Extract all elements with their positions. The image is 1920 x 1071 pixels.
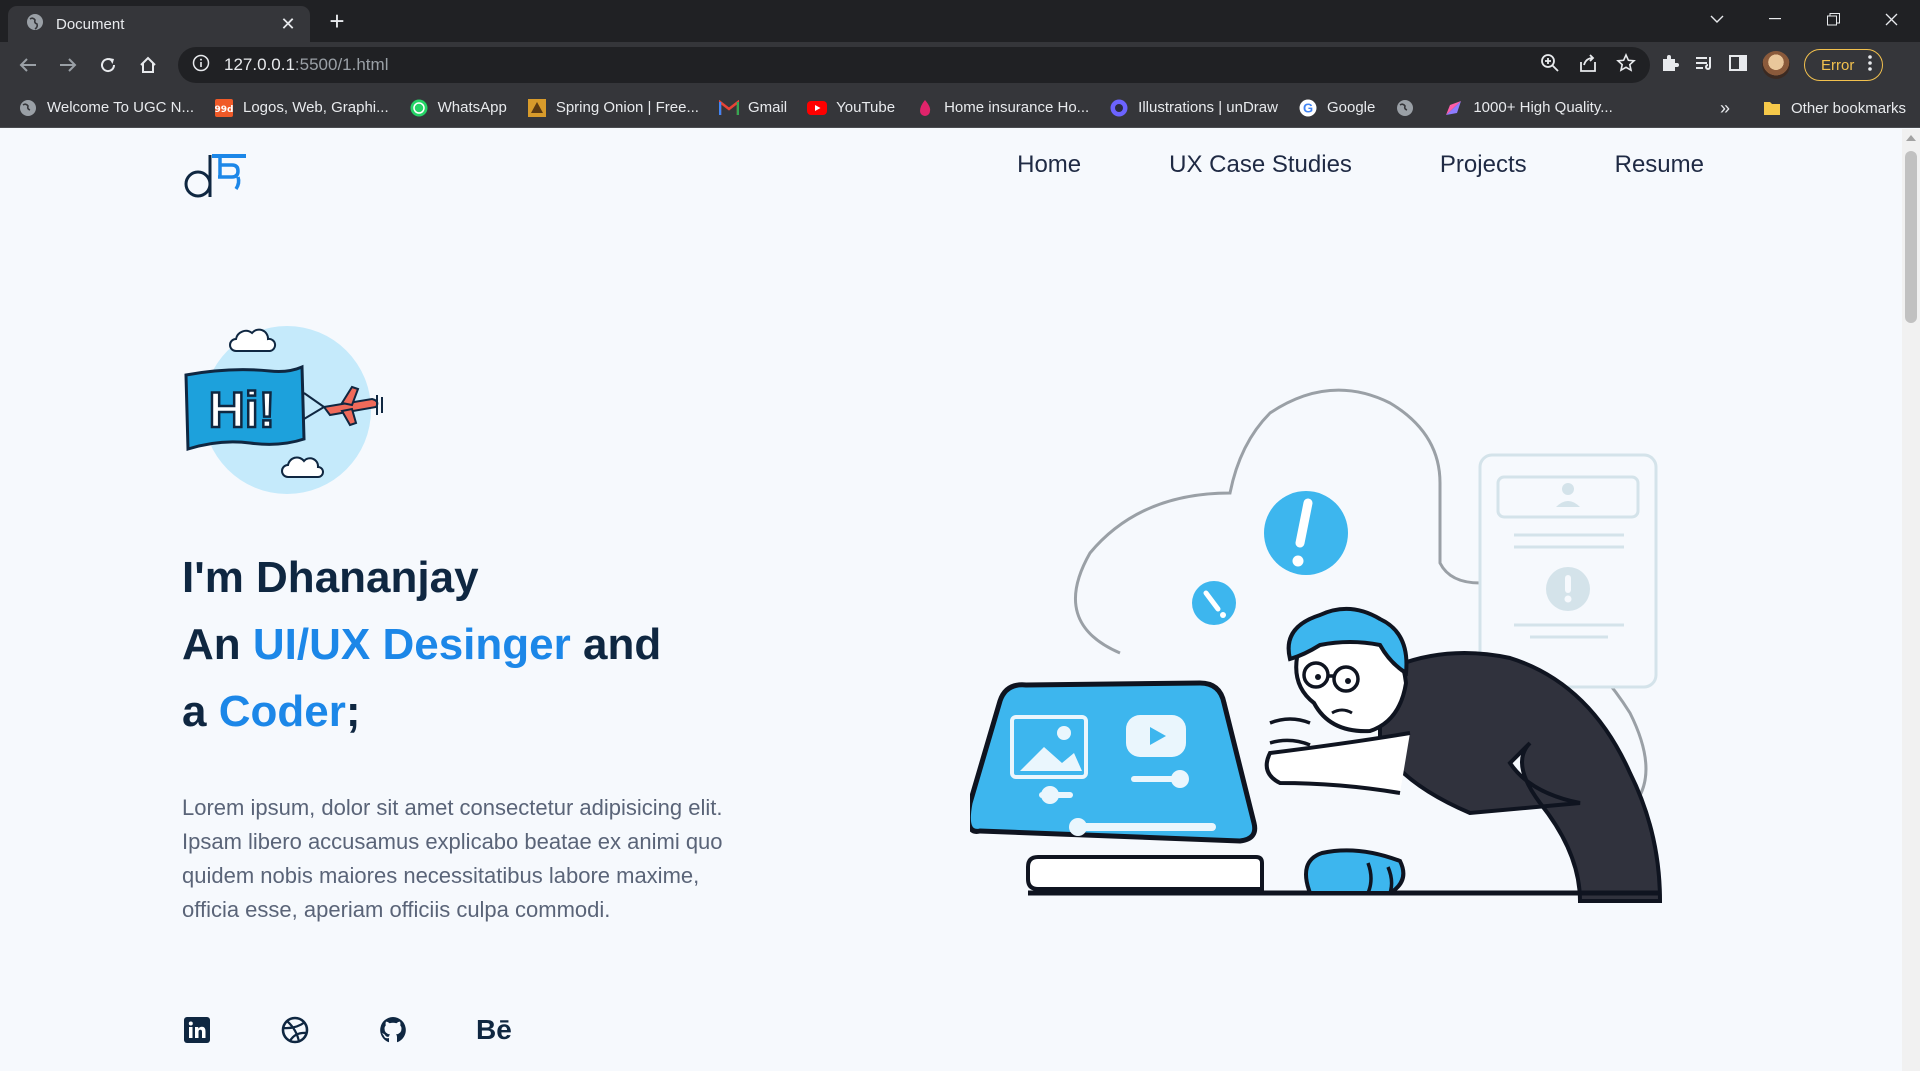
back-icon[interactable] (12, 49, 44, 81)
google-icon: G (1298, 98, 1318, 118)
headline-line-2: An UI/UX Desinger and (182, 620, 662, 669)
nav-link-home[interactable]: Home (1017, 151, 1081, 179)
flame-icon (915, 98, 935, 118)
youtube-icon (807, 98, 828, 118)
undraw-icon (1109, 98, 1129, 118)
bookmark-label: YouTube (836, 99, 896, 116)
bookmarks-bar: Welcome To UGC N... 99d Logos, Web, Grap… (0, 88, 1920, 128)
scroll-up-icon[interactable] (1906, 135, 1916, 141)
headline-line-3: a Coder; (182, 687, 361, 736)
side-panel-icon[interactable] (1728, 53, 1748, 78)
svg-text:99d: 99d (215, 105, 233, 115)
bookmark-label: Illustrations | unDraw (1138, 99, 1278, 116)
bookmark-star-icon[interactable] (1616, 52, 1636, 78)
browser-tab-strip: Document ✕ + (0, 0, 1920, 42)
intro-paragraph: Lorem ipsum, dolor sit amet consectetur … (182, 795, 723, 922)
hero-headline: I'm Dhananjay An UI/UX Desinger and a Co… (182, 544, 661, 745)
bookmark-item[interactable]: Illustrations | unDraw (1109, 98, 1278, 118)
folder-icon (1762, 98, 1782, 118)
site-info-icon[interactable] (192, 54, 210, 77)
gmail-icon (718, 98, 739, 118)
bookmark-label: Home insurance Ho... (944, 99, 1090, 116)
browser-tab[interactable]: Document ✕ (8, 6, 310, 42)
tab-search-icon[interactable] (1688, 0, 1746, 38)
window-controls (1688, 0, 1920, 38)
share-icon[interactable] (1578, 53, 1598, 78)
bookmark-label: Gmail (747, 99, 788, 116)
linkedin-icon[interactable] (182, 1015, 212, 1045)
site-logo[interactable] (182, 147, 248, 203)
main-nav: Home UX Case Studies Projects Resume (1017, 151, 1704, 179)
error-label: Error (1821, 56, 1855, 74)
bookmark-item[interactable]: G Google (1298, 98, 1375, 118)
bookmark-item[interactable]: Gmail (718, 98, 788, 118)
bookmark-label: Welcome To UGC N... (47, 99, 194, 116)
99designs-icon: 99d (214, 98, 234, 118)
close-tab-icon[interactable]: ✕ (278, 14, 298, 35)
nav-link-resume[interactable]: Resume (1615, 151, 1704, 179)
bookmark-item[interactable]: YouTube (807, 98, 895, 118)
other-bookmarks-folder[interactable]: Other bookmarks (1762, 88, 1906, 128)
hi-airplane-illustration: Hi! (180, 315, 390, 495)
globe-icon (26, 13, 44, 36)
close-window-button[interactable] (1862, 0, 1920, 38)
page-viewport: Home UX Case Studies Projects Resume Hi!… (0, 129, 1902, 1071)
bookmark-item[interactable]: 99d Logos, Web, Graphi... (214, 98, 389, 118)
menu-dots-icon (1868, 55, 1873, 75)
bookmark-label: Google (1326, 99, 1376, 116)
bookmark-item[interactable]: 1000+ High Quality... (1444, 98, 1613, 118)
address-bar[interactable]: 127.0.0.1:5500/1.html (178, 47, 1650, 83)
headline-line-1: I'm Dhananjay (182, 553, 479, 602)
bookmark-item[interactable]: Welcome To UGC N... (18, 98, 194, 118)
hi-text: Hi! (209, 382, 276, 438)
home-icon[interactable] (132, 49, 164, 81)
coder-accent-text: Coder (218, 687, 346, 736)
zoom-icon[interactable] (1540, 53, 1560, 78)
behance-icon[interactable]: Bē (476, 1014, 512, 1045)
role-accent-text: UI/UX Desinger (252, 620, 571, 669)
bookmark-label: Spring Onion | Free... (555, 99, 699, 116)
feather-icon (1444, 98, 1464, 118)
bookmark-item[interactable] (1395, 98, 1424, 118)
tab-title: Document (56, 15, 125, 33)
scroll-thumb[interactable] (1905, 151, 1917, 323)
whatsapp-icon (409, 98, 429, 118)
minimize-button[interactable] (1746, 0, 1804, 38)
social-links: Bē (182, 1014, 512, 1045)
dribbble-icon[interactable] (280, 1015, 310, 1045)
bookmark-label: WhatsApp (437, 99, 507, 116)
nav-link-projects[interactable]: Projects (1440, 151, 1527, 179)
reading-list-icon[interactable] (1694, 53, 1714, 78)
new-tab-button[interactable]: + (322, 6, 352, 36)
developer-at-laptop-illustration (965, 383, 1714, 903)
extensions-icon[interactable] (1660, 53, 1680, 78)
bookmark-label: Logos, Web, Graphi... (242, 99, 389, 116)
restore-button[interactable] (1804, 0, 1862, 38)
spring-onion-icon (527, 98, 547, 118)
page-scrollbar[interactable] (1902, 129, 1920, 1071)
bookmark-item[interactable]: Home insurance Ho... (915, 98, 1089, 118)
bookmark-label: Other bookmarks (1791, 99, 1907, 117)
error-button[interactable]: Error (1804, 49, 1884, 81)
bookmark-label: 1000+ High Quality... (1473, 99, 1613, 116)
bookmark-item[interactable]: WhatsApp (409, 98, 507, 118)
globe-icon (18, 98, 38, 118)
url-text: 127.0.0.1:5500/1.html (224, 55, 389, 74)
forward-icon[interactable] (52, 49, 84, 81)
more-bookmarks-button[interactable]: » (1720, 88, 1730, 128)
svg-text:G: G (1303, 100, 1313, 115)
github-icon[interactable] (378, 1015, 408, 1045)
profile-avatar[interactable] (1762, 51, 1790, 79)
browser-toolbar: 127.0.0.1:5500/1.html Error (0, 42, 1920, 88)
globe-icon (1395, 98, 1415, 118)
bookmark-item[interactable]: Spring Onion | Free... (527, 98, 699, 118)
nav-link-ux-case-studies[interactable]: UX Case Studies (1169, 151, 1352, 179)
reload-icon[interactable] (92, 49, 124, 81)
